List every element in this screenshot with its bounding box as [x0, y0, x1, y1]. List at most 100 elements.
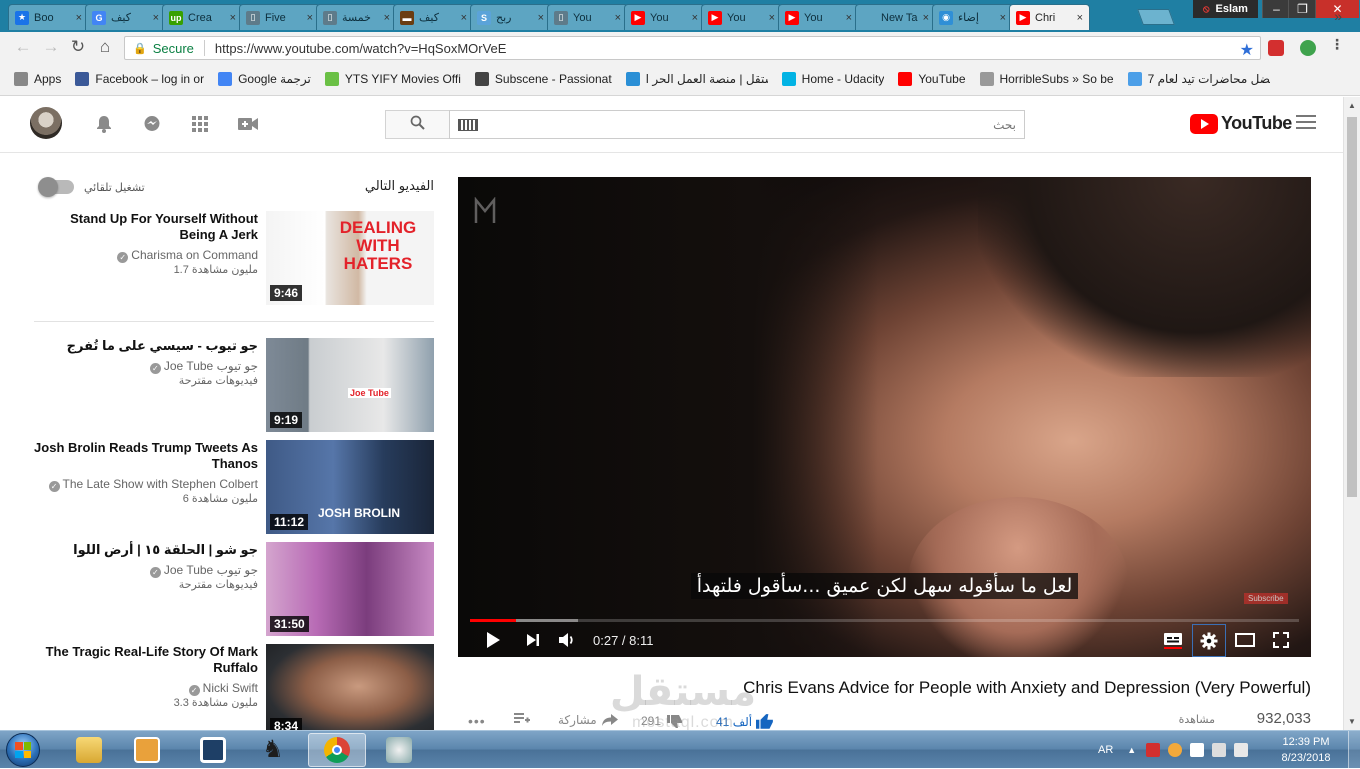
antivirus-tray-icon[interactable] — [1146, 743, 1161, 757]
video-title[interactable]: جو شو | الحلقة ١٥ | أرض اللوا — [34, 542, 258, 558]
video-thumbnail[interactable]: JOSH BROLIN 11:12 — [266, 440, 434, 534]
reload-button[interactable]: ↻ — [67, 36, 89, 58]
profile-button[interactable]: ⦸ Eslam — [1193, 0, 1258, 18]
tab-close-icon[interactable]: × — [1077, 12, 1083, 24]
minimize-button[interactable]: ‒ — [1262, 0, 1290, 18]
speaker-icon[interactable] — [1234, 743, 1249, 757]
youtube-logo[interactable]: YouTube — [1190, 113, 1292, 134]
bookmark-item[interactable]: HorribleSubs » So be — [979, 67, 1114, 91]
channel-name[interactable]: ✓ Joe Tube جو تيوب — [34, 562, 258, 578]
network-icon[interactable] — [1212, 743, 1227, 757]
tab-close-icon[interactable]: × — [230, 12, 236, 24]
up-next-video[interactable]: 31:50 جو شو | الحلقة ١٥ | أرض اللوا ✓ Joe T… — [34, 542, 434, 636]
browser-tab[interactable]: ▶ You × — [701, 4, 782, 30]
adblock-extension-icon[interactable] — [1268, 40, 1284, 56]
bookmark-item[interactable]: Apps — [14, 67, 61, 91]
autoplay-toggle-knob[interactable] — [38, 177, 58, 197]
tray-overflow-icon[interactable]: ▲ — [1127, 745, 1136, 755]
browser-tab[interactable]: ▶ You × — [624, 4, 705, 30]
taskbar-file-explorer[interactable] — [60, 733, 118, 767]
channel-name[interactable]: ✓ Nicki Swift — [34, 680, 258, 696]
bookmark-item[interactable]: أفضل محاضرات تيد لعام 7 — [1127, 67, 1270, 91]
browser-tab[interactable]: ◉ إضاء × — [932, 4, 1013, 30]
bookmarks-overflow-button[interactable]: » — [1334, 8, 1342, 24]
search-button[interactable] — [385, 110, 450, 139]
taskbar-media-player[interactable] — [118, 733, 176, 767]
extension-icon[interactable] — [1300, 40, 1316, 56]
start-button[interactable] — [6, 733, 40, 767]
subtitles-button[interactable] — [1160, 628, 1186, 652]
tab-close-icon[interactable]: × — [846, 12, 852, 24]
video-player[interactable]: لعل ما سأقوله سهل لكن عميق ...سأقول فلته… — [458, 177, 1311, 657]
taskbar-app[interactable] — [184, 733, 242, 767]
bookmark-item[interactable]: مستقل | منصة العمل الحر ا — [625, 67, 768, 91]
scroll-up-arrow-icon[interactable]: ▲ — [1348, 101, 1356, 110]
video-thumbnail[interactable]: 31:50 — [266, 542, 434, 636]
taskbar-chrome[interactable] — [308, 733, 366, 767]
search-input[interactable] — [478, 117, 1016, 132]
up-next-video[interactable]: JOSH BROLIN 11:12 Josh Brolin Reads Trump … — [34, 440, 434, 534]
apps-grid-icon[interactable] — [189, 113, 211, 135]
up-next-video[interactable]: 8:34 The Tragic Real-Life Story Of Mark R… — [34, 644, 434, 738]
taskbar-chess[interactable]: ♞ — [244, 733, 302, 767]
chat-icon[interactable] — [141, 113, 163, 135]
search-box[interactable] — [449, 110, 1025, 139]
autoplay-toggle[interactable] — [38, 177, 74, 197]
share-button[interactable]: مشاركة — [558, 713, 618, 727]
theater-mode-button[interactable] — [1234, 628, 1256, 652]
browser-tab[interactable]: ▯ خمسة × — [316, 4, 397, 30]
browser-tab[interactable]: New Ta × — [855, 4, 936, 30]
tab-close-icon[interactable]: × — [538, 12, 544, 24]
back-button[interactable]: ← — [12, 36, 34, 58]
user-avatar[interactable] — [30, 107, 62, 139]
bell-icon[interactable] — [93, 113, 115, 135]
bookmark-item[interactable]: YTS YIFY Movies Offi — [324, 67, 461, 91]
show-desktop-button[interactable] — [1348, 731, 1360, 769]
forward-button[interactable]: → — [40, 36, 62, 58]
new-tab-button[interactable] — [1137, 9, 1175, 25]
channel-name[interactable]: ✓ Joe Tube جو تيوب — [34, 358, 258, 374]
chrome-menu-icon[interactable]: ⋮ — [1330, 36, 1344, 52]
tab-close-icon[interactable]: × — [153, 12, 159, 24]
bookmark-item[interactable]: Home - Udacity — [781, 67, 884, 91]
hamburger-menu-icon[interactable] — [1296, 115, 1316, 131]
language-indicator[interactable]: AR — [1098, 744, 1113, 756]
page-scrollbar[interactable]: ▲ ▼ — [1343, 97, 1360, 730]
video-title[interactable]: جو تيوب - سيسي على ما تُفرج — [34, 338, 258, 354]
tab-close-icon[interactable]: × — [76, 12, 82, 24]
next-video-button[interactable] — [522, 628, 544, 652]
browser-tab[interactable]: up Crea × — [162, 4, 243, 30]
tab-close-icon[interactable]: × — [461, 12, 467, 24]
video-title[interactable]: The Tragic Real-Life Story Of Mark Ruffa… — [34, 644, 258, 676]
tab-close-icon[interactable]: × — [615, 12, 621, 24]
up-next-video[interactable]: Joe Tube 9:19 جو تيوب - سيسي على ما تُفرج ✓… — [34, 338, 434, 432]
scroll-down-arrow-icon[interactable]: ▼ — [1348, 717, 1356, 726]
restore-button[interactable]: ❐ — [1288, 0, 1316, 18]
settings-button[interactable] — [1192, 624, 1226, 657]
play-button[interactable] — [482, 628, 504, 652]
bookmark-item[interactable]: Facebook – log in or — [75, 67, 204, 91]
bookmark-item[interactable]: YouTube — [898, 67, 966, 91]
browser-tab[interactable]: S ربح × — [470, 4, 551, 30]
taskbar-app-2[interactable] — [370, 733, 428, 767]
browser-tab[interactable]: ▬ كيف × — [393, 4, 474, 30]
tab-close-icon[interactable]: × — [384, 12, 390, 24]
keyboard-icon[interactable] — [458, 118, 478, 131]
action-center-flag-icon[interactable] — [1190, 743, 1205, 757]
progress-bar[interactable] — [470, 619, 1299, 622]
volume-button[interactable] — [556, 628, 578, 652]
tab-close-icon[interactable]: × — [1000, 12, 1006, 24]
video-thumbnail[interactable]: 8:34 — [266, 644, 434, 738]
browser-tab[interactable]: ▯ You × — [547, 4, 628, 30]
update-tray-icon[interactable] — [1168, 743, 1183, 757]
tab-close-icon[interactable]: × — [307, 12, 313, 24]
browser-tab[interactable]: ▶ You × — [778, 4, 859, 30]
tab-close-icon[interactable]: × — [692, 12, 698, 24]
channel-name[interactable]: ✓ The Late Show with Stephen Colbert — [34, 476, 258, 492]
browser-tab[interactable]: ▶ Chri × — [1009, 4, 1090, 30]
video-thumbnail[interactable]: Joe Tube 9:19 — [266, 338, 434, 432]
video-title[interactable]: Josh Brolin Reads Trump Tweets As Thanos — [34, 440, 258, 472]
browser-tab[interactable]: ▯ Five × — [239, 4, 320, 30]
browser-tab[interactable]: ★ Boo × — [8, 4, 89, 30]
address-bar[interactable]: 🔒 Secure https://www.youtube.com/watch?v… — [124, 36, 1261, 60]
